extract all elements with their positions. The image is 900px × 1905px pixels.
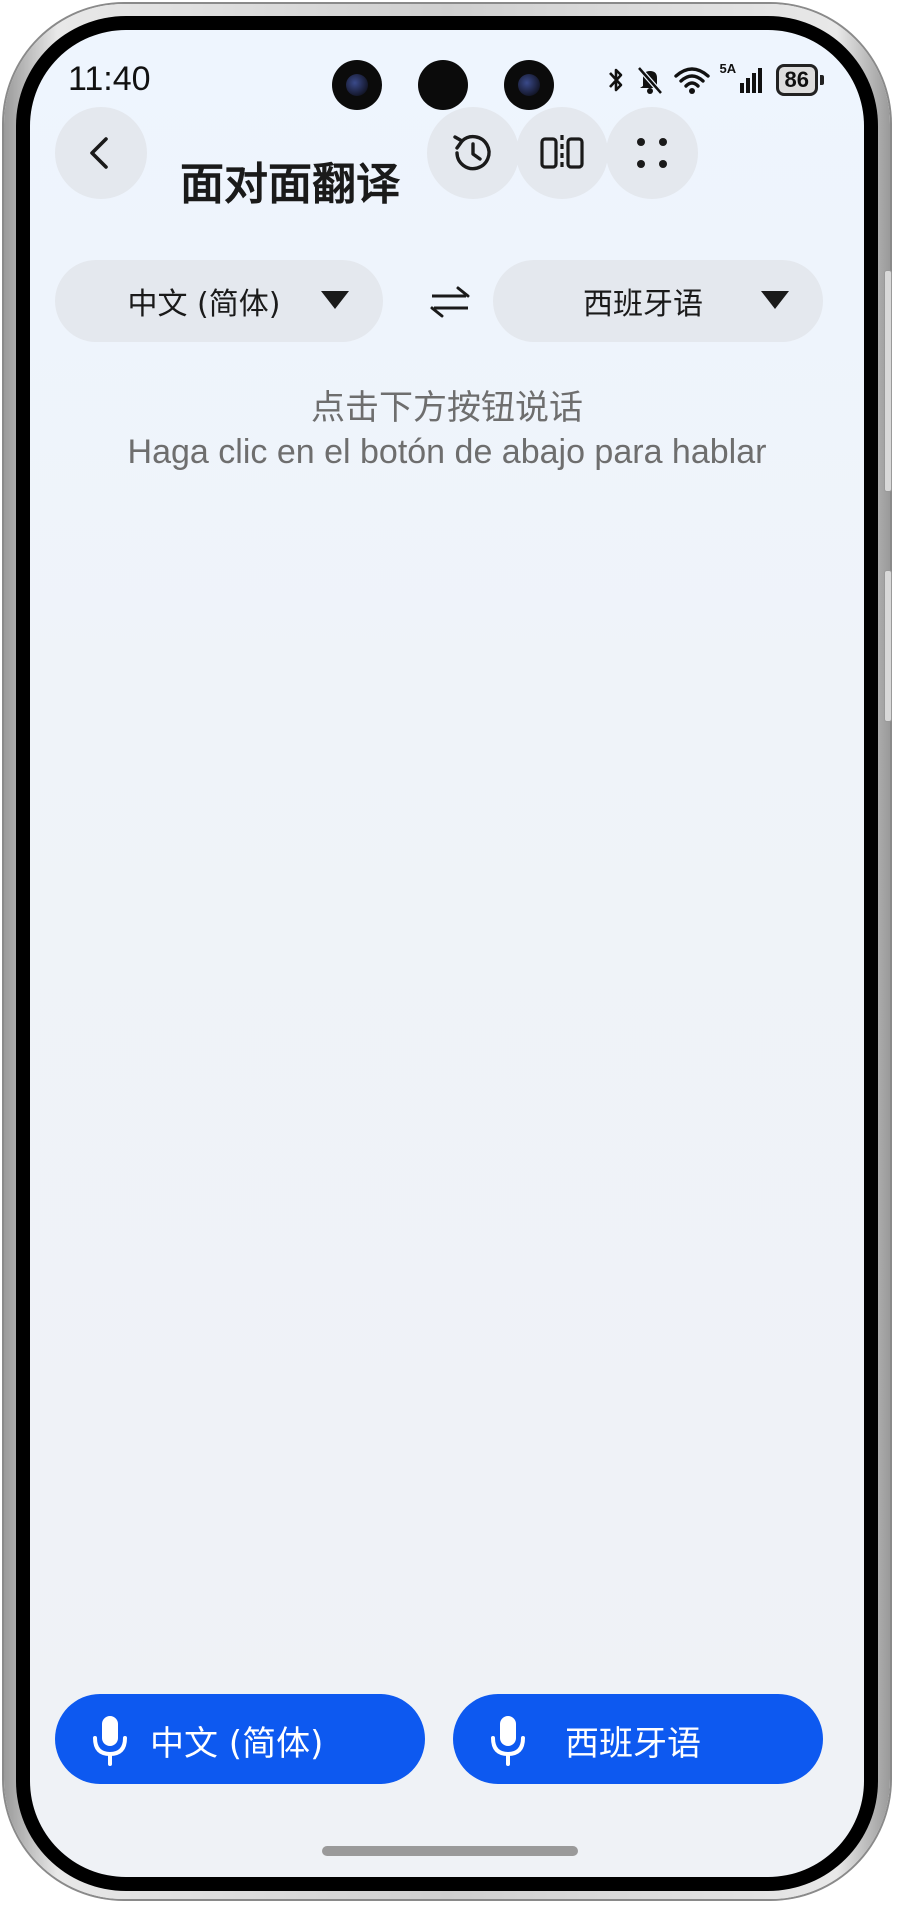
history-button[interactable] xyxy=(427,107,519,199)
microphone-icon xyxy=(491,1716,525,1766)
target-language-select[interactable]: 西班牙语 xyxy=(493,260,823,342)
bluetooth-icon xyxy=(608,68,622,92)
caret-down-icon xyxy=(761,291,789,309)
hint-text-chinese: 点击下方按钮说话 xyxy=(311,388,583,428)
swap-languages-icon[interactable] xyxy=(428,282,472,322)
front-camera-right xyxy=(504,60,554,110)
mute-bell-icon xyxy=(636,66,663,95)
back-button[interactable] xyxy=(55,107,147,199)
status-icons: 5A 86 xyxy=(606,61,824,96)
power-button xyxy=(884,570,892,722)
split-view-icon xyxy=(540,135,584,171)
volume-button xyxy=(884,270,892,492)
microphone-icon xyxy=(93,1716,127,1766)
app-screen: 11:40 5A 86 面对面翻译 中文 (简体) 西班牙语 点击下方按钮说话 … xyxy=(30,30,864,1877)
more-dots-icon xyxy=(637,138,667,168)
signal-strength: 5A xyxy=(720,61,766,95)
source-language-label: 中文 (简体) xyxy=(127,287,281,322)
speak-target-button[interactable]: 西班牙语 xyxy=(453,1694,823,1784)
page-title: 面对面翻译 xyxy=(180,159,400,210)
status-time: 11:40 xyxy=(68,60,151,98)
speak-source-label: 中文 (简体) xyxy=(150,1724,324,1764)
hint-text-spanish: Haga clic en el botón de abajo para habl… xyxy=(127,433,767,471)
source-language-select[interactable]: 中文 (简体) xyxy=(55,260,383,342)
split-view-button[interactable] xyxy=(516,107,608,199)
battery-icon: 86 xyxy=(775,64,824,96)
front-camera-center xyxy=(418,60,468,110)
history-icon xyxy=(453,134,491,171)
network-type-label: 5A xyxy=(719,61,737,76)
target-language-label: 西班牙语 xyxy=(583,287,703,322)
chevron-left-icon xyxy=(90,137,108,169)
battery-level: 86 xyxy=(775,64,818,96)
caret-down-icon xyxy=(321,291,349,309)
wifi-icon xyxy=(673,67,710,94)
speak-source-button[interactable]: 中文 (简体) xyxy=(55,1694,425,1784)
home-indicator[interactable] xyxy=(322,1846,578,1856)
more-button[interactable] xyxy=(606,107,698,199)
speak-target-label: 西班牙语 xyxy=(565,1724,701,1764)
front-camera-left xyxy=(332,60,382,110)
